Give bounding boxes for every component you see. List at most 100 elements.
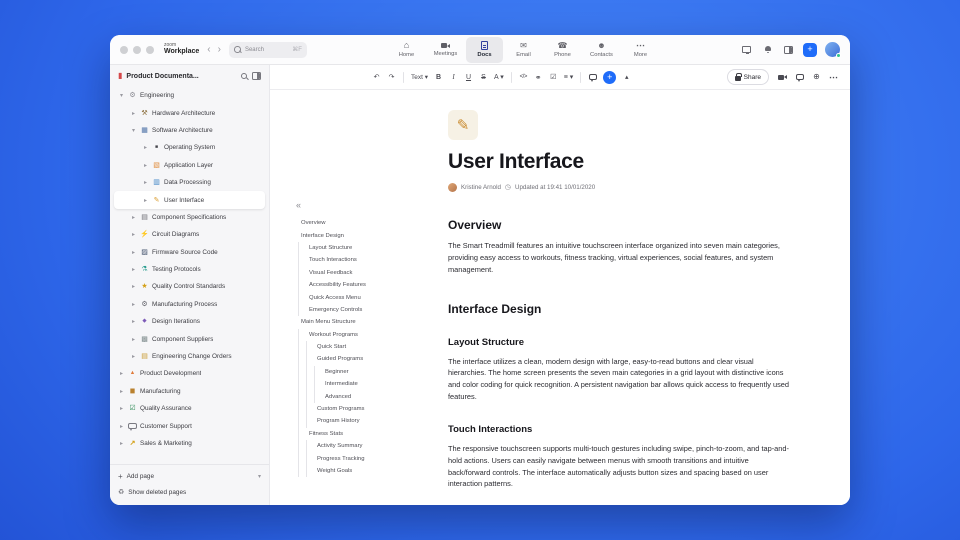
sidebar-page-item[interactable]: ▸ Quality Control Standards [114, 278, 265, 295]
outline-item[interactable]: Visual Feedback [296, 266, 448, 279]
chevron-icon[interactable]: ▸ [130, 214, 137, 221]
chevron-icon[interactable]: ▸ [130, 266, 137, 273]
outline-item[interactable]: Beginner [296, 365, 448, 379]
sidebar-page-item[interactable]: ▸ User Interface [114, 191, 265, 209]
back-button[interactable]: ‹ [207, 44, 210, 55]
sidebar-page-item[interactable]: ▸ Hardware Architecture [114, 104, 265, 121]
sidebar-page-item[interactable]: ▸ Design Iterations [114, 313, 265, 330]
sidebar-page-item[interactable]: ▸ Manufacturing [114, 383, 265, 400]
outline-item[interactable]: Quick Access Menu [296, 291, 448, 304]
outline-item[interactable]: Program History [296, 415, 448, 428]
tab-docs[interactable]: Docs [465, 36, 503, 63]
outline-item[interactable]: Workout Programs [296, 328, 448, 341]
chevron-icon[interactable]: ▸ [118, 423, 125, 430]
divider[interactable] [580, 71, 582, 83]
heading-touch-interactions[interactable]: Touch Interactions [448, 424, 790, 435]
tab-meetings[interactable]: Meetings [427, 37, 464, 63]
divider[interactable] [510, 71, 512, 83]
link-button[interactable] [532, 70, 545, 85]
panel-toggle-button[interactable] [782, 42, 795, 57]
outline-item[interactable]: Touch Interactions [296, 254, 448, 267]
video-button[interactable] [776, 70, 789, 85]
paragraph-layout-structure[interactable]: The interface utilizes a clean, modern d… [448, 356, 790, 403]
chevron-icon[interactable]: ▸ [130, 249, 137, 256]
add-page-button[interactable]: + Add page ▾ [118, 468, 261, 484]
tab-home[interactable]: Home [388, 37, 425, 63]
chevron-icon[interactable]: ▸ [118, 440, 125, 447]
heading-overview[interactable]: Overview [448, 218, 790, 232]
chevron-icon[interactable]: ▾ [130, 127, 137, 134]
chat-button[interactable] [793, 70, 806, 85]
heading-interface-design[interactable]: Interface Design [448, 302, 790, 316]
sidebar-page-item[interactable]: ▸ Circuit Diagrams [114, 226, 265, 243]
tab-phone[interactable]: Phone [544, 37, 581, 63]
collaborator-avatar[interactable] [706, 70, 720, 84]
chevron-icon[interactable]: ▾ [118, 92, 125, 99]
outline-item[interactable]: Intermediate [296, 378, 448, 391]
chevron-icon[interactable]: ▸ [130, 336, 137, 343]
outline-item[interactable]: Quick Start [296, 340, 448, 354]
outline-item[interactable]: Custom Programs [296, 402, 448, 416]
sidebar-page-item[interactable]: ▸ Data Processing [114, 174, 265, 191]
undo-button[interactable]: ↶ [370, 70, 383, 85]
insert-button[interactable]: + [603, 70, 617, 84]
outline-item[interactable]: Interface Design [296, 229, 448, 241]
outline-item[interactable]: Emergency Controls [296, 303, 448, 317]
sidebar-page-item[interactable]: ▸ Manufacturing Process [114, 296, 265, 313]
sidebar-page-item[interactable]: ▸ Engineering Change Orders [114, 348, 265, 365]
chevron-icon[interactable]: ▸ [142, 162, 149, 169]
chevron-icon[interactable]: ▸ [142, 144, 149, 151]
maximize-window-button[interactable] [146, 45, 154, 54]
comment-button[interactable] [586, 70, 599, 85]
underline-button[interactable]: U [462, 70, 475, 85]
outline-item[interactable]: Progress Tracking [296, 452, 448, 465]
chevron-icon[interactable]: ▸ [130, 110, 137, 117]
notifications-button[interactable] [761, 42, 774, 57]
collapse-outline-icon[interactable]: « [296, 200, 448, 210]
text-style-dropdown[interactable]: Text ▾ [409, 70, 430, 85]
chevron-icon[interactable]: ▸ [142, 197, 149, 204]
divider[interactable] [403, 71, 404, 83]
italic-button[interactable]: I [447, 70, 460, 85]
outline-item[interactable]: Activity Summary [296, 440, 448, 453]
chevron-icon[interactable]: ▸ [118, 370, 125, 377]
page-emoji-icon[interactable] [448, 110, 478, 140]
outline-item[interactable]: Fitness Stats [296, 427, 448, 441]
more-options-button[interactable] [827, 70, 840, 85]
outline-item[interactable]: Advanced [296, 390, 448, 403]
share-button[interactable]: Share [726, 69, 769, 85]
chevron-icon[interactable]: ▸ [130, 318, 137, 325]
outline-item[interactable]: Guided Programs [296, 353, 448, 366]
chevron-icon[interactable]: ▸ [118, 405, 125, 412]
sidebar-page-item[interactable]: ▸ Operating System [114, 139, 265, 156]
close-window-button[interactable] [120, 45, 128, 54]
show-deleted-pages-button[interactable]: Show deleted pages [118, 484, 261, 500]
tab-more[interactable]: More [622, 37, 659, 63]
global-search-input[interactable]: Search ⌘F [228, 41, 307, 58]
outline-item[interactable]: Accessibility Features [296, 278, 448, 292]
sidebar-page-item[interactable]: ▸ Customer Support [114, 417, 265, 434]
collapse-toolbar-button[interactable]: ▴ [620, 70, 633, 85]
sidebar-page-item[interactable]: ▸ Firmware Source Code [114, 244, 265, 261]
sidebar-page-item[interactable]: ▸ Testing Protocols [114, 261, 265, 278]
outline-item[interactable]: Overview [296, 217, 448, 229]
bold-button[interactable]: B [432, 70, 445, 85]
redo-button[interactable]: ↷ [385, 70, 398, 85]
page-title[interactable]: User Interface [448, 150, 790, 174]
sidebar-page-item[interactable]: ▸ Quality Assurance [114, 400, 265, 417]
chevron-icon[interactable]: ▸ [130, 231, 137, 238]
heading-layout-structure[interactable]: Layout Structure [448, 337, 790, 348]
code-button[interactable]: </> [517, 70, 530, 85]
sidebar-page-item[interactable]: ▸ Component Suppliers [114, 330, 265, 347]
sidebar-page-item[interactable]: ▾ Software Architecture [114, 122, 265, 139]
text-color-button[interactable]: A ▾ [492, 70, 506, 85]
chevron-icon[interactable]: ▸ [130, 301, 137, 308]
chevron-icon[interactable]: ▸ [130, 353, 137, 360]
align-button[interactable]: ≡ ▾ [562, 70, 576, 85]
tab-email[interactable]: Email [505, 37, 542, 63]
forward-button[interactable]: › [218, 44, 221, 55]
chevron-down-icon[interactable]: ▾ [258, 473, 261, 480]
checklist-button[interactable]: ☑ [547, 70, 560, 85]
outline-item[interactable]: Main Menu Structure [296, 316, 448, 328]
sidebar-page-item[interactable]: ▸ Application Layer [114, 157, 265, 174]
